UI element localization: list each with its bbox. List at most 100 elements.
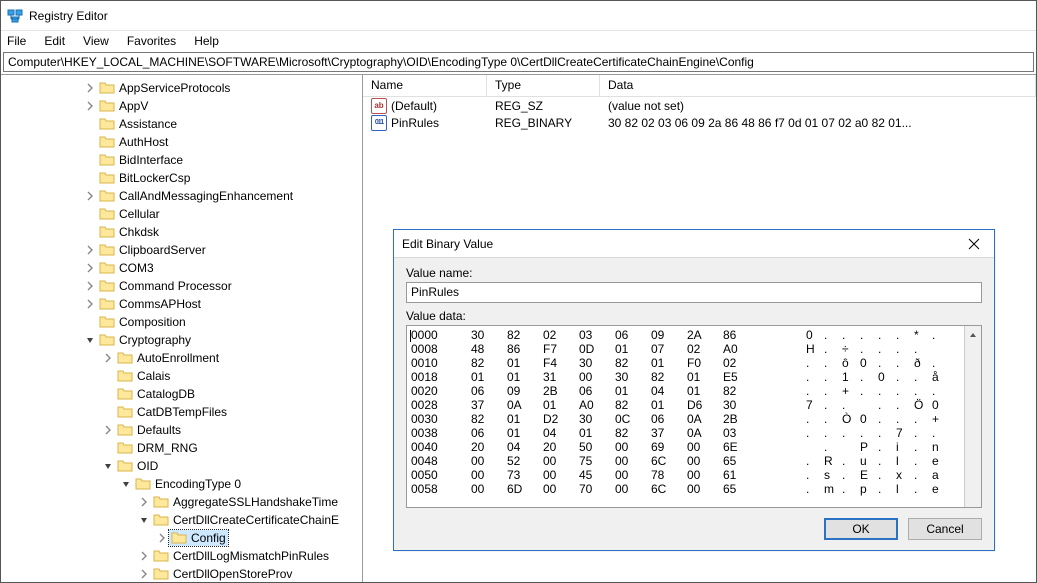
- hex-ascii[interactable]: i: [896, 440, 914, 454]
- tree-item-label[interactable]: Command Processor: [97, 278, 234, 294]
- hex-byte[interactable]: 0A: [687, 412, 723, 426]
- tree-item-label[interactable]: EncodingType 0: [133, 476, 243, 492]
- hex-ascii[interactable]: .: [824, 342, 842, 356]
- hex-byte[interactable]: 45: [579, 468, 615, 482]
- chevron-right-icon[interactable]: [83, 83, 97, 93]
- tree-item-label[interactable]: CertDllOpenStoreProv: [151, 566, 294, 582]
- hex-byte[interactable]: 31: [543, 370, 579, 384]
- hex-ascii[interactable]: ÷: [842, 342, 860, 356]
- hex-ascii[interactable]: 0: [806, 328, 824, 342]
- hex-ascii[interactable]: +: [842, 384, 860, 398]
- hex-ascii[interactable]: Ö: [914, 398, 932, 412]
- tree-item-label[interactable]: CallAndMessagingEnhancement: [97, 188, 295, 204]
- hex-row[interactable]: 002006092B0601040182..+.....: [411, 384, 960, 398]
- hex-byte[interactable]: 00: [543, 482, 579, 496]
- tree-item-label[interactable]: AppServiceProtocols: [97, 80, 232, 96]
- menu-help[interactable]: Help: [194, 34, 219, 48]
- hex-ascii[interactable]: .: [932, 356, 950, 370]
- hex-byte[interactable]: 70: [579, 482, 615, 496]
- tree-pane[interactable]: AppServiceProtocols AppV Assistance AuthHos…: [1, 75, 363, 582]
- hex-byte[interactable]: 01: [507, 370, 543, 384]
- tree-item-label[interactable]: AutoEnrollment: [115, 350, 221, 366]
- hex-byte[interactable]: 30: [579, 412, 615, 426]
- hex-ascii[interactable]: .: [878, 356, 896, 370]
- table-row[interactable]: 011PinRulesREG_BINARY30 82 02 03 06 09 2…: [363, 114, 1036, 131]
- tree-item[interactable]: AuthHost: [1, 133, 362, 151]
- hex-byte[interactable]: 01: [687, 384, 723, 398]
- hex-ascii[interactable]: å: [932, 370, 950, 384]
- hex-byte[interactable]: D6: [687, 398, 723, 412]
- hex-ascii[interactable]: .: [878, 398, 896, 412]
- hex-byte[interactable]: 01: [687, 370, 723, 384]
- hex-byte[interactable]: 82: [723, 384, 759, 398]
- hex-ascii[interactable]: .: [806, 384, 824, 398]
- hex-ascii[interactable]: 0: [878, 370, 896, 384]
- hex-ascii[interactable]: .: [806, 426, 824, 440]
- hex-ascii[interactable]: m: [824, 482, 842, 496]
- tree-item-label[interactable]: Assistance: [97, 116, 179, 132]
- hex-byte[interactable]: 2B: [723, 412, 759, 426]
- hex-byte[interactable]: 30: [471, 328, 507, 342]
- hex-ascii[interactable]: .: [824, 398, 842, 412]
- hex-ascii[interactable]: 0: [860, 412, 878, 426]
- chevron-down-icon[interactable]: [83, 335, 97, 345]
- hex-row[interactable]: 00003082020306092A860.....*.: [411, 328, 960, 342]
- value-data-hexbox[interactable]: 00003082020306092A860.....*.00084886F70D…: [406, 325, 982, 508]
- scroll-up-icon[interactable]: [965, 326, 981, 343]
- hex-byte[interactable]: 01: [651, 356, 687, 370]
- hex-ascii[interactable]: .: [914, 384, 932, 398]
- hex-byte[interactable]: 00: [471, 482, 507, 496]
- hex-ascii[interactable]: .: [914, 440, 932, 454]
- hex-row[interactable]: 00500073004500780061.s.E.x.a: [411, 468, 960, 482]
- hex-ascii[interactable]: .: [860, 328, 878, 342]
- tree-item[interactable]: Assistance: [1, 115, 362, 133]
- hex-ascii[interactable]: .: [824, 412, 842, 426]
- tree-item[interactable]: EncodingType 0: [1, 475, 362, 493]
- tree-item[interactable]: CallAndMessagingEnhancement: [1, 187, 362, 205]
- hex-ascii[interactable]: ô: [842, 356, 860, 370]
- hex-ascii[interactable]: 0: [860, 356, 878, 370]
- hex-ascii[interactable]: e: [932, 454, 950, 468]
- tree-item[interactable]: Command Processor: [1, 277, 362, 295]
- hex-byte[interactable]: 82: [471, 412, 507, 426]
- hex-ascii[interactable]: a: [932, 468, 950, 482]
- hex-byte[interactable]: 30: [615, 370, 651, 384]
- hex-byte[interactable]: 09: [651, 328, 687, 342]
- hex-ascii[interactable]: .: [878, 342, 896, 356]
- tree-item[interactable]: CatalogDB: [1, 385, 362, 403]
- hex-row[interactable]: 0040200420500069006E . P.i.n: [411, 440, 960, 454]
- hex-ascii[interactable]: .: [878, 412, 896, 426]
- hex-ascii[interactable]: .: [842, 482, 860, 496]
- hex-ascii[interactable]: .: [914, 454, 932, 468]
- hex-ascii[interactable]: Ò: [842, 412, 860, 426]
- hex-byte[interactable]: 86: [723, 328, 759, 342]
- hex-byte[interactable]: 78: [651, 468, 687, 482]
- hex-ascii[interactable]: l: [896, 454, 914, 468]
- hex-ascii[interactable]: .: [860, 384, 878, 398]
- hex-byte[interactable]: 0C: [615, 412, 651, 426]
- hex-byte[interactable]: F0: [687, 356, 723, 370]
- hex-byte[interactable]: 04: [543, 426, 579, 440]
- hex-byte[interactable]: 52: [507, 454, 543, 468]
- tree-item-label[interactable]: ClipboardServer: [97, 242, 208, 258]
- tree-item-label[interactable]: AppV: [97, 98, 150, 114]
- hex-ascii[interactable]: .: [806, 468, 824, 482]
- hex-ascii[interactable]: .: [878, 482, 896, 496]
- hex-ascii[interactable]: .: [860, 426, 878, 440]
- hex-ascii[interactable]: R: [824, 454, 842, 468]
- hex-byte[interactable]: A0: [579, 398, 615, 412]
- tree-item[interactable]: AppServiceProtocols: [1, 79, 362, 97]
- hex-byte[interactable]: F4: [543, 356, 579, 370]
- hex-byte[interactable]: 00: [687, 454, 723, 468]
- hex-ascii[interactable]: .: [842, 328, 860, 342]
- hex-byte[interactable]: 00: [687, 468, 723, 482]
- hex-byte[interactable]: 01: [471, 370, 507, 384]
- tree-item[interactable]: DRM_RNG: [1, 439, 362, 457]
- chevron-right-icon[interactable]: [101, 353, 115, 363]
- hex-ascii[interactable]: [842, 440, 860, 454]
- hex-byte[interactable]: 6C: [651, 482, 687, 496]
- hex-byte[interactable]: 00: [687, 440, 723, 454]
- hex-byte[interactable]: 02: [723, 356, 759, 370]
- tree-item-label[interactable]: AuthHost: [97, 134, 170, 150]
- hex-ascii[interactable]: .: [860, 370, 878, 384]
